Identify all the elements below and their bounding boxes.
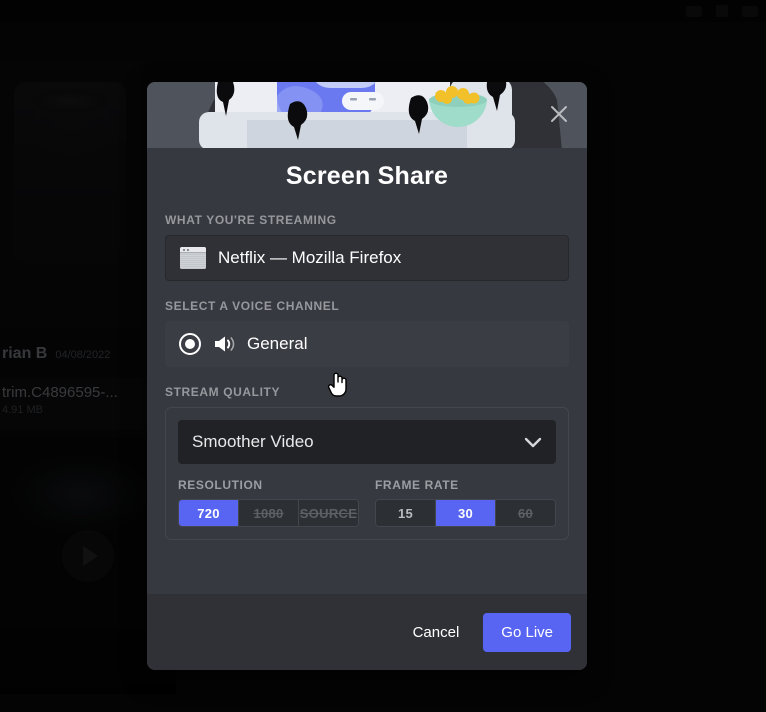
screenshot-root: rian B 04/08/2022 trim.C4896595-... 4.91… <box>0 0 766 712</box>
resolution-label: RESOLUTION <box>178 478 263 492</box>
modal-body: Screen Share WHAT YOU'RE STREAMING Netfl… <box>147 148 587 594</box>
voice-channel-name: General <box>247 334 308 353</box>
resolution-option-720[interactable]: 720 <box>179 500 239 526</box>
radio-selected-icon[interactable] <box>179 333 201 355</box>
framerate-option-60: 60 <box>496 500 555 526</box>
close-glyph <box>551 106 567 122</box>
quality-options-grid: RESOLUTION 720 1080 SOURCE FRAME RATE 15 <box>178 478 556 527</box>
framerate-option-15[interactable]: 15 <box>376 500 436 526</box>
chevron-down-icon <box>524 437 542 447</box>
stream-quality-section: STREAM QUALITY Smoother Video RESOLUTION… <box>165 385 569 540</box>
voice-channel-option-general[interactable]: General <box>165 321 569 367</box>
stream-quality-label: STREAM QUALITY <box>165 385 281 399</box>
resolution-group: RESOLUTION 720 1080 SOURCE <box>178 478 359 527</box>
go-live-button[interactable]: Go Live <box>483 612 571 652</box>
resolution-option-1080: 1080 <box>239 500 299 526</box>
resolution-segmented-control: 720 1080 SOURCE <box>178 499 359 527</box>
stream-quality-panel: Smoother Video RESOLUTION 720 1080 SOURC… <box>165 407 569 540</box>
resolution-option-source: SOURCE <box>299 500 358 526</box>
framerate-label: FRAME RATE <box>375 478 459 492</box>
streaming-source-name: Netflix — Mozilla Firefox <box>218 248 402 267</box>
modal-footer: Cancel Go Live <box>147 594 587 670</box>
speaker-icon <box>215 336 235 352</box>
streaming-source-section: WHAT YOU'RE STREAMING Netflix — Mozilla … <box>165 213 569 281</box>
illustration-svg <box>147 82 587 148</box>
framerate-segmented-control: 15 30 60 <box>375 499 556 527</box>
quality-preset-value: Smoother Video <box>192 432 314 451</box>
streaming-source-field[interactable]: Netflix — Mozilla Firefox <box>165 235 569 281</box>
window-thumbnail-icon <box>180 247 206 269</box>
framerate-option-30[interactable]: 30 <box>436 500 496 526</box>
streaming-source-label: WHAT YOU'RE STREAMING <box>165 213 337 227</box>
voice-channel-label: SELECT A VOICE CHANNEL <box>165 299 340 313</box>
screen-share-modal: Screen Share WHAT YOU'RE STREAMING Netfl… <box>147 82 587 670</box>
close-icon[interactable] <box>541 96 577 132</box>
page-title: Screen Share <box>285 162 449 190</box>
wumpus-watching-tv-illustration <box>147 82 587 148</box>
framerate-group: FRAME RATE 15 30 60 <box>375 478 556 527</box>
quality-preset-dropdown[interactable]: Smoother Video <box>178 420 556 464</box>
voice-channel-section: SELECT A VOICE CHANNEL General <box>165 299 569 367</box>
cancel-button[interactable]: Cancel <box>397 614 476 651</box>
